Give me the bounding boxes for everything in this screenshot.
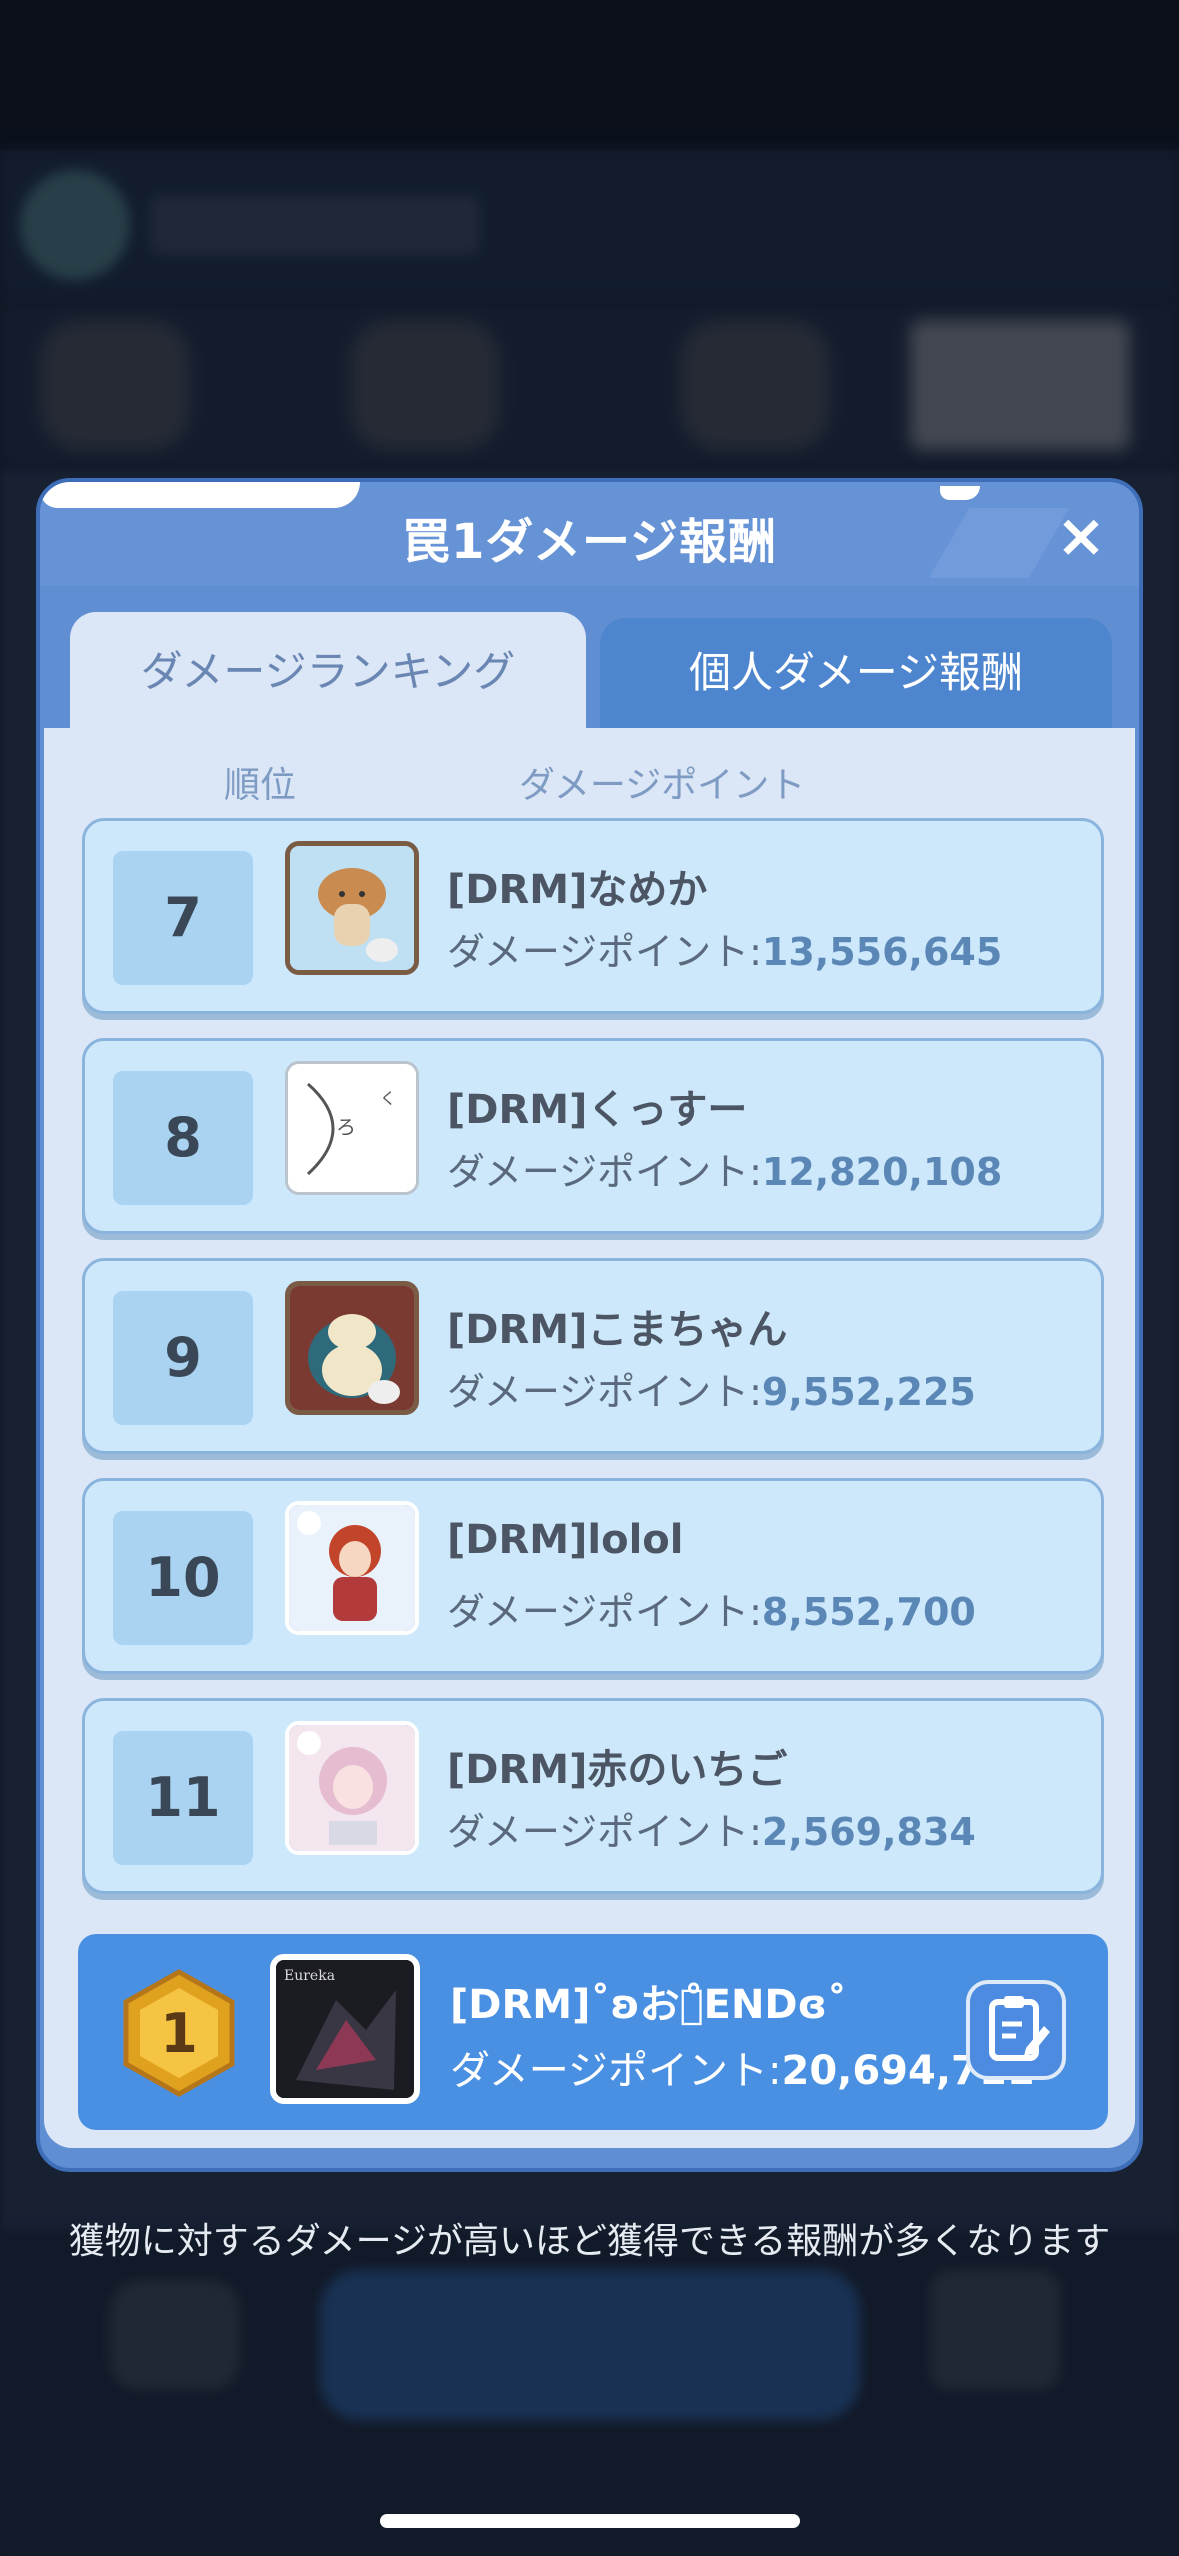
rank-number: 11 xyxy=(113,1731,253,1865)
ranking-row[interactable]: 8 ろ く [DRM]くっすー ダメージポイント:12,820,108 xyxy=(82,1038,1104,1234)
snow-decoration xyxy=(940,486,980,500)
my-ranking-row: 1 Eureka [DRM]˚ʚおじ̊ENDɞ˚ ダメージポイント:20,694… xyxy=(78,1934,1108,2130)
my-player-name: [DRM]˚ʚおじ̊ENDɞ˚ xyxy=(450,1982,847,2028)
tab-personal-damage-reward[interactable]: 個人ダメージ報酬 xyxy=(600,618,1112,732)
rank-number: 8 xyxy=(113,1071,253,1205)
rank-number: 10 xyxy=(113,1511,253,1645)
ranking-row[interactable]: 7 [DRM]なめか ダメージポイント:13,556,645 xyxy=(82,818,1104,1014)
damage-points: ダメージポイント:9,552,225 xyxy=(447,1370,976,1414)
damage-points: ダメージポイント:13,556,645 xyxy=(447,930,1003,974)
player-name: [DRM]こまちゃん xyxy=(447,1307,788,1353)
damage-points: ダメージポイント:12,820,108 xyxy=(447,1150,1003,1194)
tab-damage-ranking[interactable]: ダメージランキング xyxy=(70,612,586,732)
home-indicator[interactable] xyxy=(380,2514,800,2528)
mushroom-avatar[interactable] xyxy=(285,841,419,975)
modal-header: 罠1ダメージ報酬 × xyxy=(40,482,1139,586)
sketch-avatar[interactable]: ろ く xyxy=(285,1061,419,1195)
ranking-row[interactable]: 10 [DRM]lolol ダメージポイント:8,552,700 xyxy=(82,1478,1104,1674)
damage-points: ダメージポイント:8,552,700 xyxy=(447,1590,976,1634)
modal-title: 罠1ダメージ報酬 xyxy=(402,514,777,570)
ranking-row[interactable]: 11 [DRM]赤のいちご ダメージポイント:2,569,834 xyxy=(82,1698,1104,1894)
clipboard-edit-icon xyxy=(989,1996,1050,2061)
my-rank-number: 1 xyxy=(160,2002,198,2065)
player-name: [DRM]くっすー xyxy=(447,1087,748,1133)
avatar-caption: Eureka xyxy=(284,1968,335,1984)
gold-medal-icon: 1 xyxy=(114,1968,244,2098)
snorlax-avatar[interactable] xyxy=(285,1281,419,1415)
svg-text:く: く xyxy=(380,1089,396,1108)
memo-edit-button[interactable] xyxy=(966,1980,1066,2080)
my-damage-points: ダメージポイント:20,694,711 xyxy=(450,2048,1035,2094)
rank-number: 9 xyxy=(113,1291,253,1425)
pinkhair-avatar[interactable] xyxy=(285,1721,419,1855)
redhead-avatar[interactable] xyxy=(285,1501,419,1635)
player-name: [DRM]赤のいちご xyxy=(447,1747,788,1793)
ranking-row[interactable]: 9 [DRM]こまちゃん ダメージポイント:9,552,225 xyxy=(82,1258,1104,1454)
damage-points: ダメージポイント:2,569,834 xyxy=(447,1810,976,1854)
footer-note: 獲物に対するダメージが高いほど獲得できる報酬が多くなります xyxy=(68,2221,1111,2262)
my-avatar[interactable]: Eureka xyxy=(270,1954,420,2104)
damage-reward-modal: 罠1ダメージ報酬 × ダメージランキング 個人ダメージ報酬 順位 ダメージポイン… xyxy=(36,478,1143,2172)
player-name: [DRM]lolol xyxy=(447,1517,684,1563)
column-header-rank: 順位 xyxy=(224,765,297,806)
rank-number: 7 xyxy=(113,851,253,985)
column-header-damage: ダメージポイント xyxy=(519,765,806,806)
svg-text:ろ: ろ xyxy=(336,1115,356,1139)
close-icon[interactable]: × xyxy=(1049,504,1113,568)
player-name: [DRM]なめか xyxy=(447,867,708,913)
